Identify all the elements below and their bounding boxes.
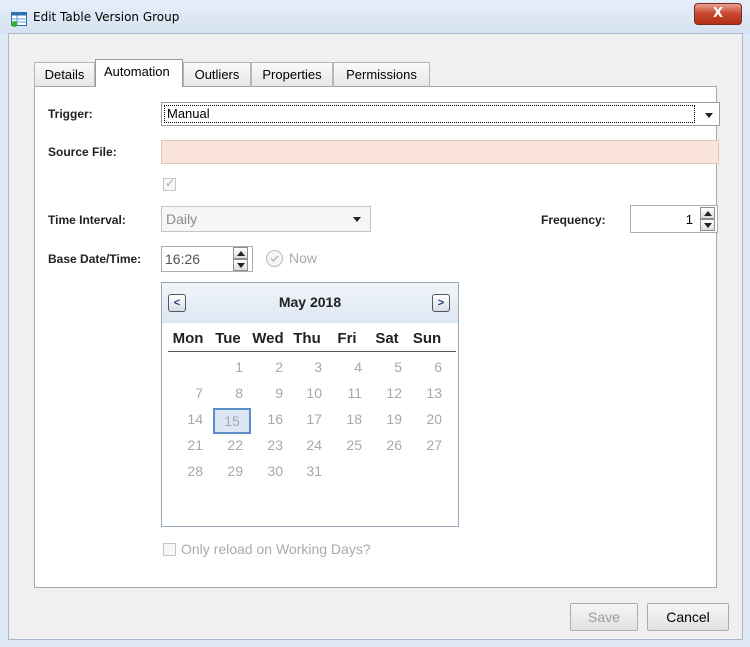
calendar-day[interactable]: 12 [366,385,402,401]
tab-label: Properties [262,67,322,82]
tab-properties[interactable]: Properties [251,62,333,86]
calendar-month-title: May 2018 [278,294,342,310]
calendar-day[interactable]: 22 [207,437,243,453]
source-file-input[interactable] [161,140,719,164]
calendar-day[interactable]: 19 [366,411,402,427]
calendar-header-divider [168,351,456,352]
frequency-decrement-button[interactable] [700,219,715,231]
time-value: 16:26 [165,251,201,267]
day-of-week-header: Mon [172,330,204,347]
calendar-day[interactable]: 3 [286,359,322,375]
base-datetime-label: Base Date/Time: [48,252,142,266]
table-icon [11,12,27,27]
save-button[interactable]: Save [570,603,638,631]
arrow-up-icon [237,251,245,256]
time-decrement-button[interactable] [233,259,248,271]
tab-automation[interactable]: Automation [95,59,183,87]
check-circle-icon [270,255,279,263]
chevron-right-icon: > [437,297,445,309]
arrow-down-icon [237,263,245,268]
save-label: Save [588,609,620,625]
day-of-week-header: Sun [412,330,442,347]
calendar-day[interactable]: 4 [326,359,362,375]
frequency-label: Frequency: [541,213,606,227]
tab-label: Outliers [194,67,240,82]
calendar-day[interactable]: 1 [207,359,243,375]
source-file-label: Source File: [48,145,117,159]
now-button[interactable]: Now [289,250,317,266]
tab-label: Details [44,67,85,82]
arrow-up-icon [704,211,712,216]
calendar-day[interactable]: 2 [247,359,283,375]
time-interval-label: Time Interval: [48,213,126,227]
trigger-label: Trigger: [48,107,93,121]
calendar-day[interactable]: 17 [286,411,322,427]
time-input[interactable]: 16:26 [161,246,253,272]
calendar-day[interactable]: 28 [167,463,203,479]
time-interval-dropdown[interactable]: Daily [161,206,371,232]
trigger-dropdown[interactable]: Manual [161,102,720,126]
frequency-increment-button[interactable] [700,207,715,219]
calendar-day[interactable]: 7 [167,385,203,401]
calendar-day[interactable]: 24 [286,437,322,453]
tab-label: Automation [104,64,170,79]
calendar-header: < May 2018 > [162,283,458,323]
calendar-day[interactable]: 14 [167,411,203,427]
calendar-day[interactable]: 9 [247,385,283,401]
calendar-day[interactable]: 10 [286,385,322,401]
calendar-day[interactable]: 26 [366,437,402,453]
checkmark-icon: ✓ [165,176,176,190]
calendar-day[interactable]: 18 [326,411,362,427]
calendar-day[interactable]: 31 [286,463,322,479]
day-of-week-header: Fri [337,330,357,347]
frequency-value: 1 [685,212,693,227]
day-of-week-header: Thu [293,330,321,347]
clock-icon[interactable] [266,250,283,267]
calendar-day[interactable]: 6 [406,359,442,375]
calendar-day[interactable]: 13 [406,385,442,401]
arrow-down-icon [704,223,712,228]
time-interval-value: Daily [166,211,198,227]
chevron-down-icon [353,217,361,222]
chevron-down-icon [705,113,713,118]
day-of-week-header: Sat [375,330,399,347]
tab-details[interactable]: Details [34,62,95,86]
calendar-day[interactable]: 25 [326,437,362,453]
calendar-day[interactable]: 30 [247,463,283,479]
tab-outliers[interactable]: Outliers [183,62,251,86]
calendar-day[interactable]: 16 [247,411,283,427]
day-of-week-header: Wed [252,330,284,347]
calendar-day[interactable]: 29 [207,463,243,479]
calendar-day[interactable]: 20 [406,411,442,427]
working-days-checkbox[interactable] [163,543,176,556]
calendar-day-selected[interactable]: 15 [213,408,251,434]
window-title: Edit Table Version Group [33,10,180,24]
frequency-input[interactable]: 1 [630,205,718,233]
tab-permissions[interactable]: Permissions [333,62,430,86]
title-bar: Edit Table Version Group X [0,0,750,33]
tab-label: Permissions [346,67,417,82]
day-of-week-header: Tue [215,330,241,347]
calendar-day[interactable]: 21 [167,437,203,453]
calendar-day[interactable]: 27 [406,437,442,453]
working-days-label: Only reload on Working Days? [181,541,371,557]
calendar-day[interactable]: 5 [366,359,402,375]
dialog-window: Edit Table Version Group X Details Autom… [0,0,750,647]
cancel-button[interactable]: Cancel [647,603,729,631]
time-increment-button[interactable] [233,247,248,259]
calendar-day[interactable]: 23 [247,437,283,453]
enabled-checkbox[interactable]: ✓ [163,176,176,191]
calendar-day[interactable]: 8 [207,385,243,401]
next-month-button[interactable]: > [432,294,450,312]
trigger-value: Manual [164,105,695,123]
cancel-label: Cancel [666,609,710,625]
date-picker-calendar: < May 2018 > Mon Tue Wed Thu Fri Sat Sun 1 2 3 4 5 6… [161,282,459,527]
close-button[interactable]: X [694,3,742,25]
calendar-day[interactable]: 11 [326,385,362,401]
close-icon: X [712,6,724,21]
